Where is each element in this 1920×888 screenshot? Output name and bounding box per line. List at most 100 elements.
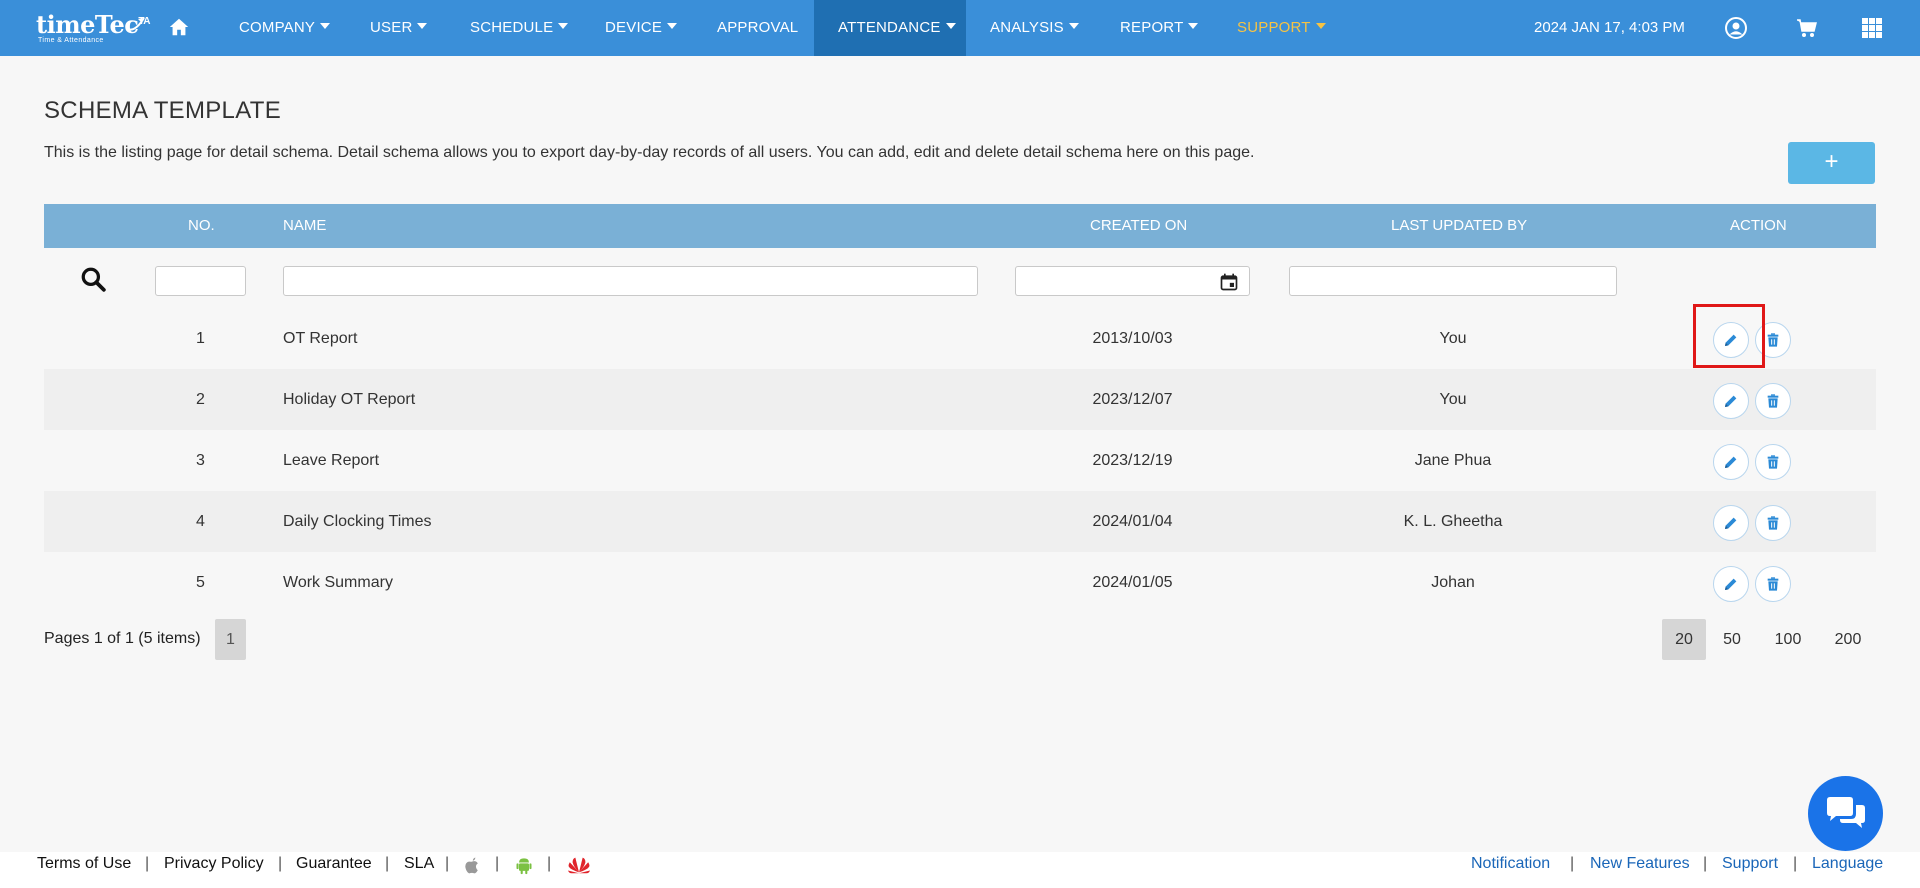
logo-tagline: Time & Attendance bbox=[38, 37, 104, 44]
edit-button[interactable] bbox=[1713, 444, 1749, 480]
caret-down-icon bbox=[1068, 23, 1079, 30]
apps-grid-icon[interactable] bbox=[1860, 16, 1884, 40]
footer-support-link[interactable]: Support bbox=[1722, 852, 1778, 876]
row-no: 4 bbox=[196, 513, 205, 530]
footer-privacy-link[interactable]: Privacy Policy bbox=[164, 852, 264, 876]
user-circle-icon[interactable] bbox=[1724, 16, 1748, 40]
footer-separator: | bbox=[1703, 855, 1708, 872]
footer-terms-link[interactable]: Terms of Use bbox=[37, 852, 131, 876]
delete-button[interactable] bbox=[1755, 444, 1791, 480]
nav-user[interactable]: USER bbox=[370, 0, 428, 56]
footer: Terms of Use | Privacy Policy | Guarante… bbox=[0, 852, 1920, 888]
add-schema-button[interactable]: + bbox=[1788, 142, 1875, 184]
row-name: Work Summary bbox=[283, 574, 393, 591]
row-updated-by: K. L. Gheetha bbox=[1403, 513, 1503, 530]
edit-button[interactable] bbox=[1713, 505, 1749, 541]
table-row: 4 Daily Clocking Times 2024/01/04 K. L. … bbox=[44, 491, 1876, 552]
page-title: SCHEMA TEMPLATE bbox=[44, 97, 281, 124]
table-row: 1 OT Report 2013/10/03 You bbox=[44, 308, 1876, 369]
table-row: 5 Work Summary 2024/01/05 Johan bbox=[44, 552, 1876, 613]
caret-down-icon bbox=[1315, 23, 1326, 30]
footer-separator: | bbox=[278, 855, 283, 872]
android-icon[interactable] bbox=[514, 854, 534, 876]
pencil-icon bbox=[1725, 456, 1737, 468]
nav-analysis[interactable]: ANALYSIS bbox=[990, 0, 1079, 56]
page-number-button[interactable]: 1 bbox=[215, 619, 246, 660]
column-header-created-on: CREATED ON bbox=[1090, 217, 1188, 234]
schema-table: NO. NAME CREATED ON LAST UPDATED BY ACTI… bbox=[44, 204, 1876, 613]
nav-schedule[interactable]: SCHEDULE bbox=[470, 0, 569, 56]
nav-company[interactable]: COMPANY bbox=[239, 0, 331, 56]
row-name: Holiday OT Report bbox=[283, 391, 416, 408]
nav-report[interactable]: REPORT bbox=[1120, 0, 1199, 56]
page-size-50[interactable]: 50 bbox=[1712, 619, 1752, 660]
row-no: 1 bbox=[196, 330, 205, 347]
trash-icon bbox=[1767, 577, 1779, 591]
caret-down-icon bbox=[667, 23, 678, 30]
filter-updated-by-input[interactable] bbox=[1289, 266, 1617, 296]
page-description: This is the listing page for detail sche… bbox=[44, 144, 1255, 161]
row-updated-by: Jane Phua bbox=[1414, 452, 1492, 469]
row-created-on: 2024/01/05 bbox=[1092, 574, 1173, 591]
home-icon[interactable] bbox=[168, 16, 190, 38]
trash-icon bbox=[1767, 333, 1779, 347]
footer-notification-link[interactable]: Notification bbox=[1471, 852, 1550, 876]
table-body: 1 OT Report 2013/10/03 You 2 Holiday OT … bbox=[44, 308, 1876, 613]
footer-separator: | bbox=[495, 855, 500, 872]
timetec-logo[interactable]: timeTecTA Time & Attendance bbox=[36, 8, 150, 48]
row-created-on: 2023/12/07 bbox=[1092, 391, 1173, 408]
edit-button[interactable] bbox=[1713, 383, 1749, 419]
pencil-icon bbox=[1725, 578, 1737, 590]
filter-name-input[interactable] bbox=[283, 266, 978, 296]
footer-separator: | bbox=[445, 855, 450, 872]
current-datetime: 2024 JAN 17, 4:03 PM bbox=[1534, 19, 1685, 36]
cart-icon[interactable] bbox=[1795, 16, 1819, 40]
trash-icon bbox=[1767, 516, 1779, 530]
caret-down-icon bbox=[558, 23, 569, 30]
row-updated-by: Johan bbox=[1431, 574, 1475, 591]
column-header-no: NO. bbox=[188, 217, 215, 234]
edit-button[interactable] bbox=[1713, 322, 1749, 358]
page-size-100[interactable]: 100 bbox=[1766, 619, 1810, 660]
filter-created-date-input[interactable] bbox=[1015, 266, 1250, 296]
column-header-name: NAME bbox=[283, 217, 327, 234]
filter-no-input[interactable] bbox=[155, 266, 246, 296]
nav-support[interactable]: SUPPORT bbox=[1237, 0, 1326, 56]
footer-new-features-link[interactable]: New Features bbox=[1590, 852, 1690, 876]
search-icon bbox=[81, 267, 106, 292]
column-header-last-updated-by: LAST UPDATED BY bbox=[1391, 217, 1528, 234]
filter-row bbox=[44, 248, 1876, 308]
row-updated-by: You bbox=[1439, 330, 1467, 347]
table-header: NO. NAME CREATED ON LAST UPDATED BY ACTI… bbox=[44, 204, 1876, 248]
chat-bubbles-icon bbox=[1826, 796, 1865, 828]
footer-separator: | bbox=[145, 855, 150, 872]
delete-button[interactable] bbox=[1755, 322, 1791, 358]
row-updated-by: You bbox=[1439, 391, 1467, 408]
row-no: 5 bbox=[196, 574, 205, 591]
apple-icon[interactable] bbox=[462, 854, 482, 876]
row-created-on: 2024/01/04 bbox=[1092, 513, 1173, 530]
footer-sla-link[interactable]: SLA bbox=[404, 852, 434, 876]
nav-attendance[interactable]: ATTENDANCE bbox=[814, 0, 966, 56]
footer-guarantee-link[interactable]: Guarantee bbox=[296, 852, 372, 876]
row-no: 3 bbox=[196, 452, 205, 469]
row-created-on: 2013/10/03 bbox=[1092, 330, 1173, 347]
edit-button[interactable] bbox=[1713, 566, 1749, 602]
top-navbar: timeTecTA Time & Attendance COMPANY USER… bbox=[0, 0, 1920, 56]
caret-down-icon bbox=[320, 23, 331, 30]
nav-device[interactable]: DEVICE bbox=[605, 0, 678, 56]
pencil-icon bbox=[1725, 395, 1737, 407]
pagination: Pages 1 of 1 (5 items) 1 20 50 100 200 bbox=[44, 618, 1876, 660]
caret-down-icon bbox=[417, 23, 428, 30]
page-size-200[interactable]: 200 bbox=[1826, 619, 1870, 660]
caret-down-icon bbox=[1188, 23, 1199, 30]
delete-button[interactable] bbox=[1755, 383, 1791, 419]
delete-button[interactable] bbox=[1755, 505, 1791, 541]
chat-button[interactable] bbox=[1808, 776, 1883, 851]
huawei-icon[interactable] bbox=[566, 854, 592, 876]
delete-button[interactable] bbox=[1755, 566, 1791, 602]
nav-approval[interactable]: APPROVAL bbox=[717, 0, 798, 56]
page-size-20[interactable]: 20 bbox=[1662, 619, 1706, 660]
row-created-on: 2023/12/19 bbox=[1092, 452, 1173, 469]
footer-language-link[interactable]: Language bbox=[1812, 852, 1883, 876]
